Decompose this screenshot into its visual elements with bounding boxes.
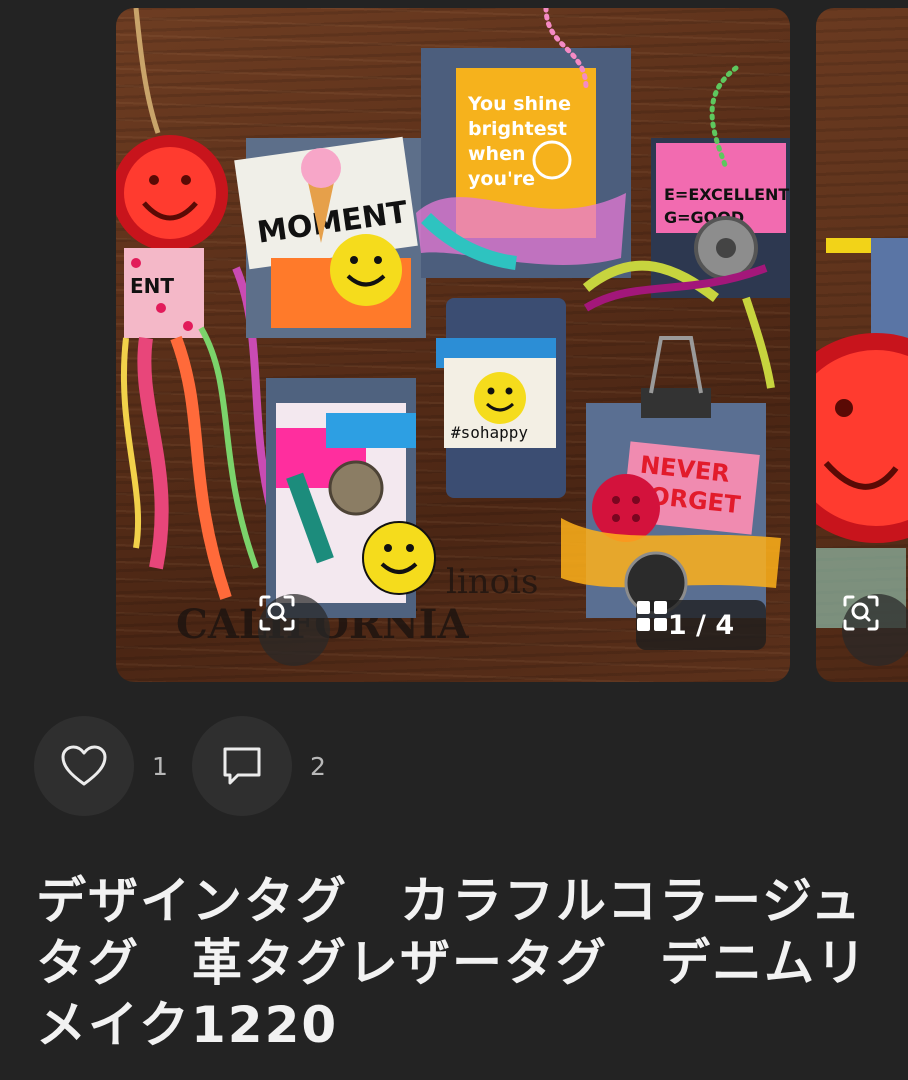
comment-count: 2: [310, 751, 326, 781]
svg-text:E=EXCELLENT: E=EXCELLENT: [664, 185, 789, 204]
tag-line-2: brightest: [468, 118, 567, 140]
heart-icon: [61, 745, 107, 786]
image-carousel[interactable]: CALIFORNIA linois ENT: [0, 8, 908, 682]
listing-title: デザインタグ カラフルコラージュタグ 革タグレザータグ デニムリメイク1220: [36, 872, 868, 1054]
action-row: 1 2: [34, 716, 350, 816]
tag-line-4: you're: [468, 168, 535, 190]
tag-sohappy: #sohappy: [451, 423, 528, 442]
grid-icon: [637, 601, 667, 631]
next-product-photo[interactable]: [816, 8, 908, 682]
comment-icon: [223, 747, 261, 785]
board-text-2: linois: [446, 562, 538, 602]
image-counter-label: 1 / 4: [667, 609, 735, 641]
image-counter: 1 / 4: [636, 600, 766, 650]
next-photo-illustration: [816, 238, 908, 628]
visual-search-button-next[interactable]: [842, 594, 908, 666]
visual-search-icon: [259, 595, 295, 631]
photo-illustration: CALIFORNIA linois ENT: [116, 8, 790, 648]
visual-search-icon: [843, 595, 879, 631]
comment-button[interactable]: [192, 716, 292, 816]
like-button[interactable]: [34, 716, 134, 816]
svg-text:ENT: ENT: [130, 274, 174, 298]
product-photo[interactable]: CALIFORNIA linois ENT: [116, 8, 790, 682]
like-count: 1: [152, 751, 168, 781]
tag-line-1: You shine: [467, 93, 571, 115]
listing-screen: CALIFORNIA linois ENT: [0, 0, 908, 1080]
visual-search-button[interactable]: [258, 594, 330, 666]
tag-line-3: when: [468, 143, 526, 165]
